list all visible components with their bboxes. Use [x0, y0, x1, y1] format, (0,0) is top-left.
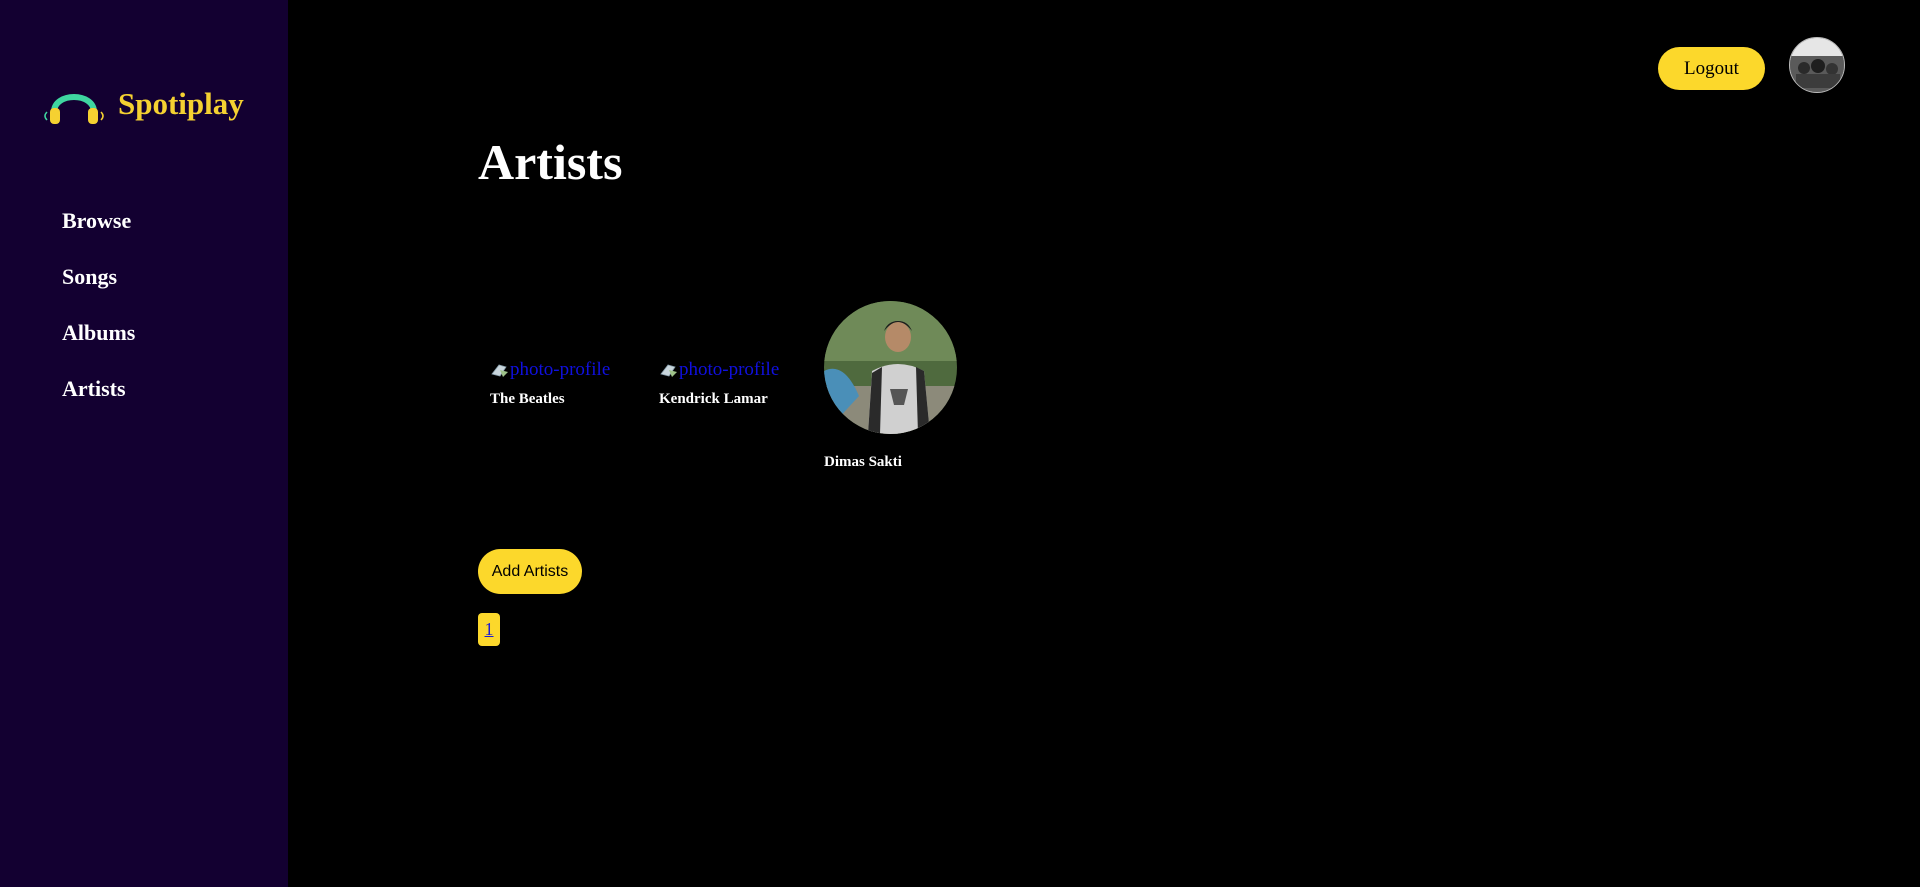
brand-name: Spotiplay [118, 86, 244, 121]
pagination-page-1[interactable]: 1 [478, 613, 500, 646]
artist-name: The Beatles [490, 391, 565, 407]
add-artists-button[interactable]: Add Artists [478, 549, 582, 594]
sidebar-nav: Browse Songs Albums Artists [62, 206, 135, 430]
artist-photo-the-beatles: photo-profile [490, 359, 610, 381]
broken-image-icon [491, 364, 508, 377]
artist-card-the-beatles[interactable]: photo-profile The Beatles [490, 359, 610, 408]
avatar-photo [1790, 38, 1844, 92]
artist-name: Kendrick Lamar [659, 391, 768, 407]
headphones-icon [44, 94, 104, 124]
sidebar-item-songs: Songs [62, 262, 135, 318]
sidebar-link-songs[interactable]: Songs [62, 262, 117, 292]
sidebar-link-albums[interactable]: Albums [62, 318, 135, 348]
artist-photo-dimas-sakti [824, 301, 957, 434]
artist-photo-image [824, 301, 957, 434]
sidebar-item-albums: Albums [62, 318, 135, 374]
artist-card-dimas-sakti[interactable]: Dimas Sakti [824, 301, 957, 471]
artist-name: Dimas Sakti [824, 454, 902, 470]
brand-logo[interactable]: Spotiplay [42, 82, 244, 126]
page-title: Artists [478, 134, 623, 190]
user-avatar[interactable] [1789, 37, 1845, 93]
broken-image-icon [660, 364, 677, 377]
artist-card-kendrick-lamar[interactable]: photo-profile Kendrick Lamar [659, 359, 779, 408]
sidebar-item-browse: Browse [62, 206, 135, 262]
artist-photo-alt: photo-profile [510, 359, 611, 380]
artist-photo-kendrick-lamar: photo-profile [659, 359, 779, 381]
sidebar-link-browse[interactable]: Browse [62, 206, 131, 236]
sidebar: Spotiplay Browse Songs Albums Artists [0, 0, 288, 887]
logout-button[interactable]: Logout [1658, 47, 1765, 90]
sidebar-link-artists[interactable]: Artists [62, 374, 126, 404]
sidebar-item-artists: Artists [62, 374, 135, 430]
artist-photo-alt: photo-profile [679, 359, 780, 380]
